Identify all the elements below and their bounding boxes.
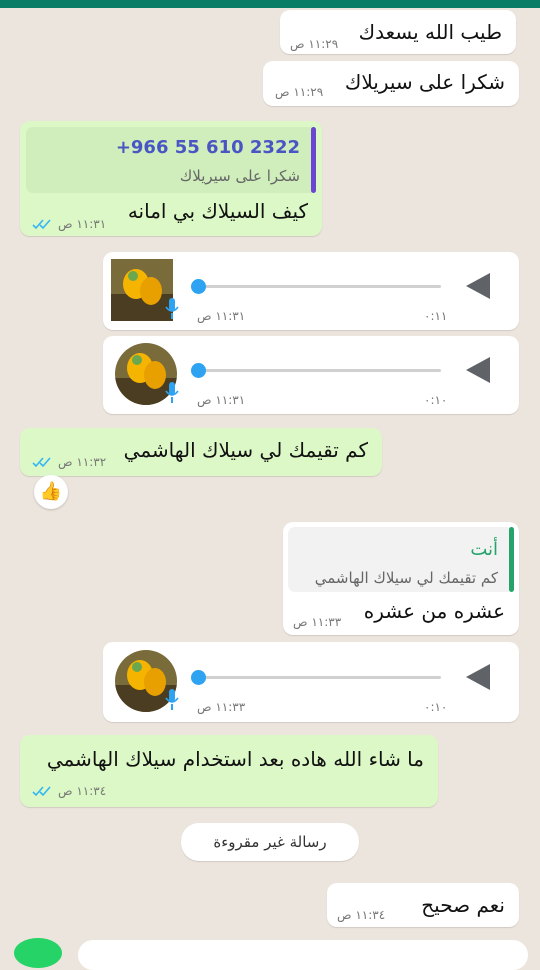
voice-message[interactable]: ٠:١١ ١١:٣١ ص bbox=[103, 252, 519, 330]
message-bubble[interactable]: كم تقيمك لي سيلاك الهاشمي ١١:٣٢ ص bbox=[20, 428, 382, 476]
quote-sender: +966 55 610 2322 bbox=[115, 137, 300, 158]
quoted-reply[interactable]: +966 55 610 2322 شكرا على سيريلاك bbox=[26, 127, 316, 193]
message-time: ١١:٢٩ ص bbox=[275, 85, 324, 99]
message-time: ١١:٣١ ص bbox=[58, 217, 107, 231]
message-time: ١١:٣١ ص bbox=[197, 309, 246, 323]
reaction-thumbs-up-icon[interactable]: 👍 bbox=[34, 475, 68, 509]
voice-duration: ٠:١٠ bbox=[424, 393, 448, 407]
unread-messages-divider: رسالة غير مقروءة bbox=[181, 823, 359, 861]
message-bubble[interactable]: طيب الله يسعدك ١١:٢٩ ص bbox=[280, 10, 516, 54]
voice-progress-knob[interactable] bbox=[191, 363, 206, 378]
avatar bbox=[111, 259, 173, 321]
message-time: ١١:٣٣ ص bbox=[197, 700, 246, 714]
message-text: شكرا على سيريلاك bbox=[344, 70, 505, 94]
message-text: نعم صحيح bbox=[421, 893, 505, 917]
voice-message[interactable]: ٠:١٠ ١١:٣١ ص bbox=[103, 336, 519, 414]
read-ticks-icon bbox=[32, 219, 51, 230]
attach-button[interactable] bbox=[14, 938, 62, 968]
message-bubble[interactable]: ما شاء الله هاده بعد استخدام سيلاك الهاش… bbox=[20, 735, 438, 807]
voice-progress-knob[interactable] bbox=[191, 670, 206, 685]
voice-progress-track[interactable] bbox=[195, 369, 441, 372]
message-time: ١١:٣١ ص bbox=[197, 393, 246, 407]
status-bar bbox=[0, 0, 540, 8]
quoted-reply[interactable]: أنت كم تقيمك لي سيلاك الهاشمي bbox=[288, 527, 514, 592]
message-bubble[interactable]: نعم صحيح ١١:٣٤ ص bbox=[327, 883, 519, 927]
microphone-icon bbox=[165, 382, 179, 403]
play-icon[interactable] bbox=[466, 357, 490, 383]
voice-duration: ٠:١١ bbox=[424, 309, 448, 323]
message-time: ١١:٣٢ ص bbox=[58, 455, 107, 469]
read-ticks-icon bbox=[32, 457, 51, 468]
microphone-icon bbox=[165, 689, 179, 710]
message-text: طيب الله يسعدك bbox=[358, 20, 502, 44]
play-icon[interactable] bbox=[466, 664, 490, 690]
message-input[interactable] bbox=[78, 940, 528, 970]
microphone-icon bbox=[165, 298, 179, 319]
voice-message[interactable]: ٠:١٠ ١١:٣٣ ص bbox=[103, 642, 519, 722]
voice-progress-track[interactable] bbox=[195, 285, 441, 288]
message-bubble[interactable]: شكرا على سيريلاك ١١:٢٩ ص bbox=[263, 61, 519, 106]
message-time: ١١:٣٣ ص bbox=[293, 615, 342, 629]
message-text: عشره من عشره bbox=[363, 599, 505, 623]
message-text: ما شاء الله هاده بعد استخدام سيلاك الهاش… bbox=[46, 747, 424, 771]
read-ticks-icon bbox=[32, 786, 51, 797]
message-time: ١١:٢٩ ص bbox=[290, 37, 339, 51]
quote-text: شكرا على سيريلاك bbox=[179, 167, 300, 185]
message-bubble[interactable]: أنت كم تقيمك لي سيلاك الهاشمي عشره من عش… bbox=[283, 522, 519, 635]
play-icon[interactable] bbox=[466, 273, 490, 299]
message-time: ١١:٣٤ ص bbox=[337, 908, 386, 922]
quote-bar bbox=[509, 527, 514, 592]
quote-sender: أنت bbox=[470, 539, 498, 560]
message-text: كيف السيلاك بي امانه bbox=[127, 199, 308, 223]
voice-progress-track[interactable] bbox=[195, 676, 441, 679]
message-bubble[interactable]: +966 55 610 2322 شكرا على سيريلاك كيف ال… bbox=[20, 121, 322, 236]
message-time: ١١:٣٤ ص bbox=[58, 784, 107, 798]
quote-bar bbox=[311, 127, 316, 193]
message-text: كم تقيمك لي سيلاك الهاشمي bbox=[123, 438, 368, 462]
voice-duration: ٠:١٠ bbox=[424, 700, 448, 714]
voice-progress-knob[interactable] bbox=[191, 279, 206, 294]
quote-text: كم تقيمك لي سيلاك الهاشمي bbox=[314, 569, 498, 587]
